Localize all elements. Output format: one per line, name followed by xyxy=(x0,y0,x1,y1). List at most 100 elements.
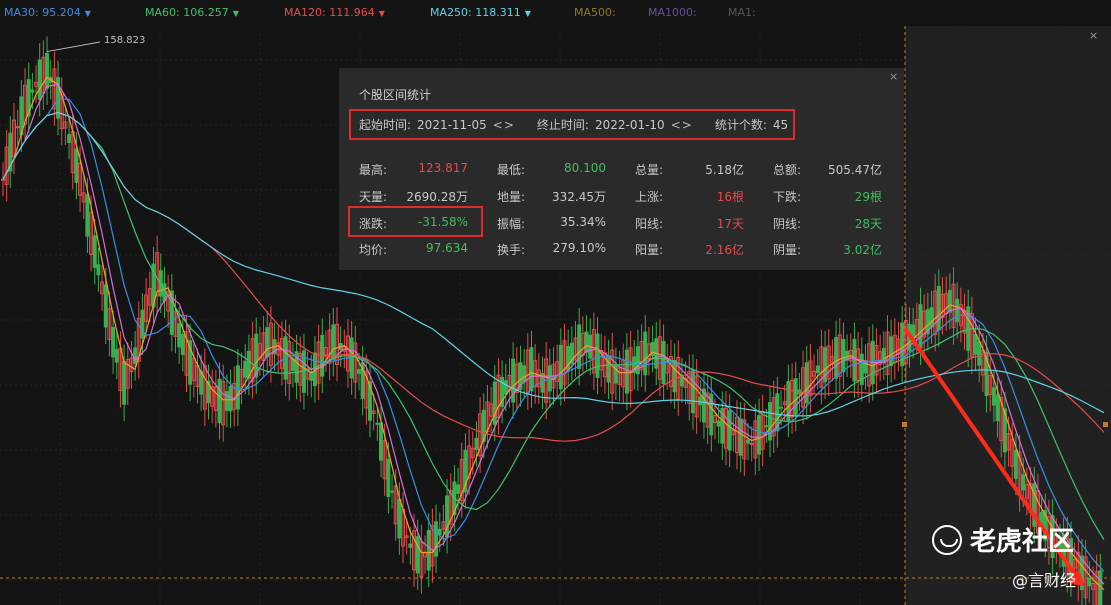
count-value: 45 xyxy=(772,117,789,132)
ma60-legend[interactable]: MA60: 106.257 ▼ xyxy=(145,6,239,19)
candle-body xyxy=(764,425,769,428)
close-icon[interactable]: × xyxy=(1089,29,1098,42)
stat-value-volume: 5.18亿 xyxy=(705,163,744,177)
watermark-text: 老虎社区 xyxy=(970,527,1075,557)
ma120-legend[interactable]: MA120: 111.964 ▼ xyxy=(284,6,385,19)
stat-label-volume: 总量: xyxy=(635,163,664,177)
candle-body xyxy=(929,307,934,328)
stat-value-bear-days: 28天 xyxy=(854,217,882,231)
interval-stats-panel: 个股区间统计 × 起始时间: 2021-11-05 <> 终止时间: 2022-… xyxy=(339,68,904,270)
candle-body xyxy=(122,361,127,405)
end-time-value[interactable]: 2022-01-10 xyxy=(595,118,665,132)
stat-label-up-bars: 上涨: xyxy=(635,190,664,204)
stat-label-max-volume: 天量: xyxy=(359,190,388,204)
candle-body xyxy=(991,387,996,406)
end-time-stepper-icon[interactable]: <> xyxy=(671,118,693,132)
peak-price-label: 158.823 xyxy=(104,35,146,46)
stat-value-down-bars: 29根 xyxy=(854,190,882,204)
candle-body xyxy=(426,529,431,571)
stat-value-amount: 505.47亿 xyxy=(828,163,882,177)
candle-body xyxy=(738,418,743,456)
start-time-label: 起始时间: xyxy=(359,118,412,132)
ma500-legend[interactable]: MA500: xyxy=(574,6,616,19)
candle-body xyxy=(30,89,35,93)
candle-body xyxy=(474,437,479,450)
candle-body xyxy=(397,498,402,539)
close-icon[interactable]: × xyxy=(889,70,898,83)
candle-body xyxy=(103,284,108,328)
peak-leader-line xyxy=(46,41,101,53)
candle-body xyxy=(386,458,391,497)
candle-body xyxy=(584,331,589,353)
stat-label-change: 涨跌: xyxy=(359,217,388,231)
candle-body xyxy=(1,178,5,181)
stat-value-up-bars: 16根 xyxy=(716,190,744,204)
candle-body xyxy=(577,324,582,369)
candle-body xyxy=(1087,577,1092,587)
candle-body xyxy=(180,333,185,355)
candle-body xyxy=(1013,449,1018,479)
stat-value-bear-volume: 3.02亿 xyxy=(843,243,882,257)
candle-body xyxy=(936,286,941,331)
stat-label-bear-days: 阴线: xyxy=(773,217,802,231)
candle-body xyxy=(779,406,784,409)
moving-average-legend: MA30: 95.204 ▼ MA60: 106.257 ▼ MA120: 111.… xyxy=(0,0,1111,26)
candle-body xyxy=(37,59,42,100)
candle-body xyxy=(672,359,677,393)
stat-label-turnover: 换手: xyxy=(497,243,526,257)
candle-body xyxy=(140,309,145,339)
stat-value-low: 80.100 xyxy=(564,161,606,175)
candle-body xyxy=(133,347,138,364)
candle-body xyxy=(727,410,732,451)
ma30-legend[interactable]: MA30: 95.204 ▼ xyxy=(4,6,91,19)
candle-body xyxy=(690,370,695,414)
candle-body xyxy=(841,339,846,373)
count-label: 统计个数: xyxy=(714,118,767,132)
ma1-legend[interactable]: MA1: xyxy=(728,6,756,19)
candle-body xyxy=(793,378,798,415)
range-handle xyxy=(1103,422,1108,427)
candle-body xyxy=(558,344,563,390)
candle-body xyxy=(757,415,762,455)
candle-body xyxy=(815,365,820,374)
stat-value-min-volume: 332.45万 xyxy=(552,190,606,204)
tiger-community-watermark: 老虎社区 xyxy=(932,521,1074,558)
tiger-logo-icon xyxy=(932,524,962,555)
candle-body xyxy=(1021,474,1026,491)
candle-body xyxy=(74,148,79,183)
candle-body xyxy=(716,420,721,427)
candle-body xyxy=(415,536,420,574)
candle-body xyxy=(852,338,857,382)
candle-body xyxy=(228,385,233,412)
candle-body xyxy=(624,349,629,394)
stat-label-bear-volume: 阴量: xyxy=(773,243,802,257)
end-time-label: 终止时间: xyxy=(536,118,589,132)
candle-body xyxy=(955,298,960,323)
stat-label-amplitude: 振幅: xyxy=(497,217,526,231)
stat-value-avg-price: 97.634 xyxy=(426,241,468,255)
candle-body xyxy=(768,402,773,441)
ma250-legend[interactable]: MA250: 118.311 ▼ xyxy=(430,6,531,19)
start-time-value[interactable]: 2021-11-05 xyxy=(417,118,487,132)
candle-body xyxy=(973,334,978,355)
candle-body xyxy=(45,52,50,89)
candle-body xyxy=(947,290,952,313)
candle-body xyxy=(390,490,395,493)
candle-body xyxy=(177,323,182,348)
ma1000-legend[interactable]: MA1000: xyxy=(648,6,697,19)
start-time-stepper-icon[interactable]: <> xyxy=(493,118,515,132)
candle-body xyxy=(243,360,248,378)
candle-body xyxy=(375,422,380,425)
candle-body xyxy=(96,264,101,276)
candle-body xyxy=(643,331,648,376)
candle-body xyxy=(595,333,600,378)
candle-body xyxy=(111,326,116,358)
chevron-down-icon: ▼ xyxy=(84,9,91,18)
candle-body xyxy=(217,378,222,424)
candle-body xyxy=(356,369,361,374)
candle-body xyxy=(918,304,923,349)
candle-body xyxy=(456,484,461,494)
candle-body xyxy=(635,346,640,375)
stat-label-bull-volume: 阳量: xyxy=(635,243,664,257)
stat-value-bull-days: 17天 xyxy=(716,217,744,231)
